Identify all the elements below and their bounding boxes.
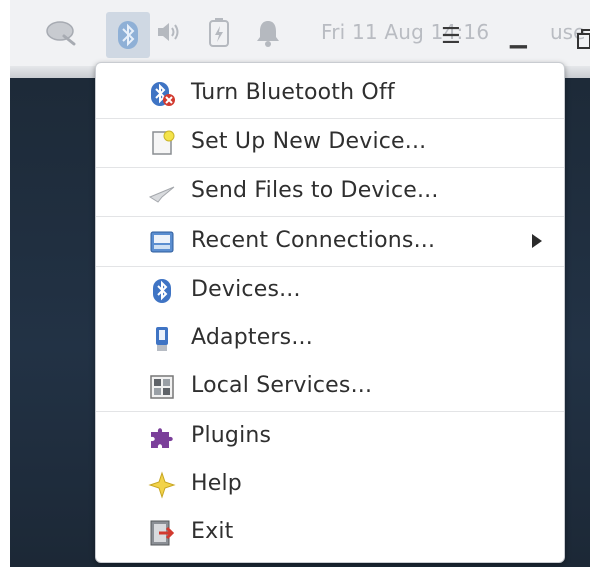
menu-item-label: Help [191,471,242,496]
new-device-icon [148,129,176,157]
send-files-icon [148,178,176,206]
menu-item-plugins[interactable]: Plugins [96,413,564,461]
menu-item-recent-connections[interactable]: Recent Connections... [96,218,564,266]
bluetooth-menu: Turn Bluetooth Off Set Up New Device... … [95,62,565,563]
bluetooth-tray-button[interactable] [106,12,150,58]
minimize-icon[interactable]: ▁ [510,26,527,48]
menu-item-set-up-new-device[interactable]: Set Up New Device... [96,119,564,167]
menu-item-label: Set Up New Device... [191,129,427,154]
adapter-icon [148,325,176,353]
menu-item-help[interactable]: Help [96,461,564,509]
menu-item-devices[interactable]: Devices... [96,267,564,315]
menu-item-label: Local Services... [191,373,373,398]
menu-separator [96,216,564,217]
bluetooth-devices-icon [148,277,176,305]
exit-icon [148,519,176,547]
menu-item-label: Devices... [191,277,301,302]
local-services-icon [148,373,176,401]
menu-item-label: Plugins [191,423,272,448]
bluetooth-off-icon [148,80,176,108]
top-panel: Fri 11 Aug 14:16 use ☰ ▁ [10,0,590,67]
help-star-icon [148,471,176,499]
menu-item-label: Recent Connections... [191,228,436,253]
menu-item-label: Send Files to Device... [191,178,439,203]
menu-item-send-files[interactable]: Send Files to Device... [96,168,564,216]
menu-item-exit[interactable]: Exit [96,509,564,557]
menu-item-adapters[interactable]: Adapters... [96,315,564,363]
notification-bell-icon[interactable] [255,18,283,50]
menu-item-local-services[interactable]: Local Services... [96,363,564,411]
clock[interactable]: Fri 11 Aug 14:16 [321,20,489,44]
recent-connections-icon [148,228,176,256]
restore-icon[interactable] [576,28,590,55]
screen-edge [0,0,10,567]
menu-item-label: Exit [191,519,234,544]
submenu-arrow-icon [532,234,542,248]
menu-item-label: Turn Bluetooth Off [191,80,395,105]
volume-icon[interactable] [155,18,183,50]
menu-item-turn-bluetooth-off[interactable]: Turn Bluetooth Off [96,70,564,118]
battery-icon[interactable] [206,18,234,50]
menu-item-label: Adapters... [191,325,313,350]
window-menu-icon[interactable]: ☰ [441,26,461,48]
network-icon[interactable] [44,18,76,50]
menu-separator [96,411,564,412]
plugin-puzzle-icon [148,423,176,451]
bluetooth-icon [118,21,138,49]
